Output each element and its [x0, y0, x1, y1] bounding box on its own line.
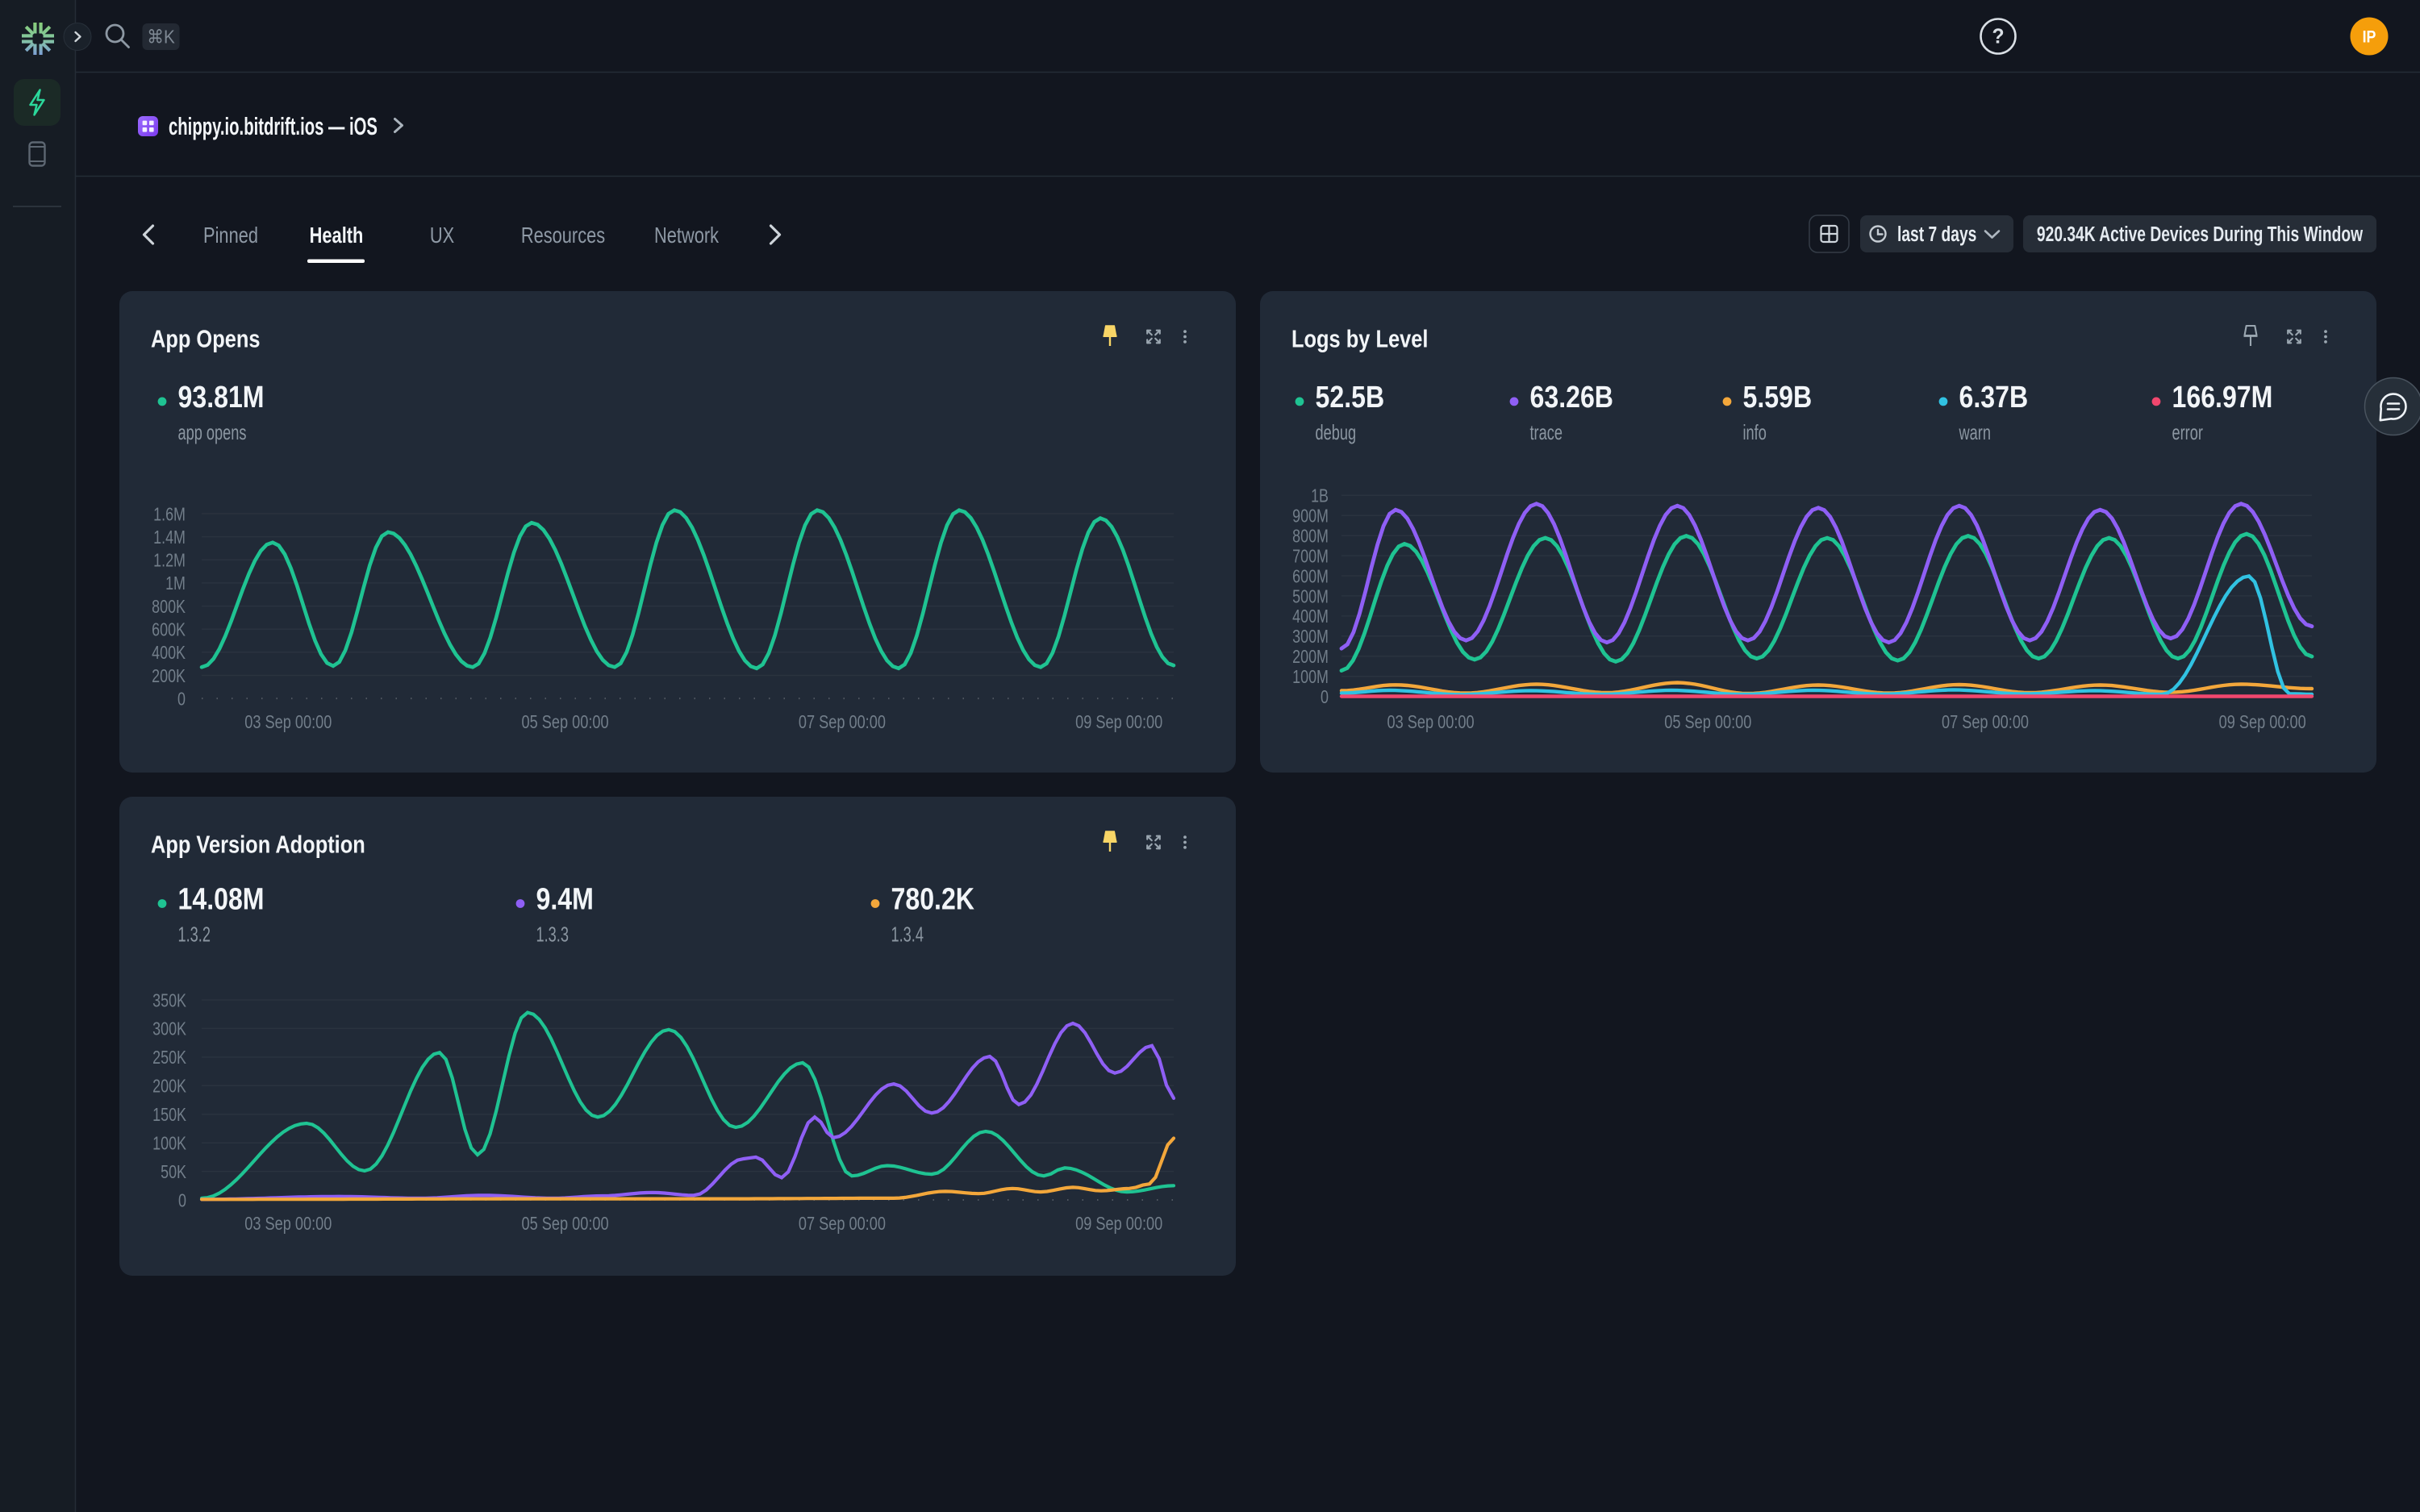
- svg-text:200K: 200K: [152, 666, 186, 687]
- svg-text:UX: UX: [430, 223, 455, 248]
- svg-text:Pinned: Pinned: [203, 223, 258, 248]
- svg-text:50K: 50K: [161, 1162, 186, 1183]
- svg-text:6.37B: 6.37B: [1959, 381, 2029, 414]
- svg-text:100M: 100M: [1292, 667, 1329, 688]
- svg-text:09 Sep 00:00: 09 Sep 00:00: [1075, 712, 1162, 733]
- svg-text:400M: 400M: [1292, 606, 1329, 627]
- svg-text:600M: 600M: [1292, 566, 1329, 587]
- svg-text:800M: 800M: [1292, 526, 1329, 547]
- svg-text:200M: 200M: [1292, 647, 1329, 668]
- svg-text:600K: 600K: [152, 619, 186, 640]
- svg-text:05 Sep 00:00: 05 Sep 00:00: [522, 1214, 609, 1235]
- svg-text:700M: 700M: [1292, 546, 1329, 567]
- svg-text:chippy.io.bitdrift.ios — iOS: chippy.io.bitdrift.ios — iOS: [169, 112, 378, 140]
- svg-text:1.4M: 1.4M: [153, 527, 186, 548]
- svg-text:09 Sep 00:00: 09 Sep 00:00: [1075, 1214, 1162, 1235]
- svg-text:1.3.4: 1.3.4: [891, 923, 924, 946]
- svg-text:1.3.3: 1.3.3: [536, 923, 569, 946]
- svg-text:300K: 300K: [152, 1019, 186, 1040]
- svg-text:App Version Adoption: App Version Adoption: [151, 831, 365, 859]
- svg-text:09 Sep 00:00: 09 Sep 00:00: [2219, 712, 2306, 733]
- svg-text:07 Sep 00:00: 07 Sep 00:00: [799, 712, 886, 733]
- svg-text:App Opens: App Opens: [151, 325, 260, 353]
- svg-text:Network: Network: [654, 223, 719, 248]
- svg-text:250K: 250K: [152, 1048, 186, 1068]
- svg-text:780.2K: 780.2K: [891, 882, 975, 916]
- svg-text:error: error: [2172, 421, 2204, 444]
- svg-text:5.59B: 5.59B: [1743, 381, 1813, 414]
- svg-text:1.2M: 1.2M: [153, 551, 186, 572]
- svg-text:warn: warn: [1959, 421, 1991, 444]
- svg-text:52.5B: 52.5B: [1316, 381, 1385, 414]
- svg-text:900M: 900M: [1292, 506, 1329, 527]
- svg-text:⌘K: ⌘K: [147, 26, 175, 47]
- svg-text:last 7 days: last 7 days: [1897, 222, 1976, 246]
- svg-text:9.4M: 9.4M: [536, 882, 594, 916]
- svg-text:05 Sep 00:00: 05 Sep 00:00: [522, 712, 609, 733]
- svg-text:info: info: [1743, 421, 1767, 444]
- svg-text:14.08M: 14.08M: [178, 882, 265, 916]
- svg-text:07 Sep 00:00: 07 Sep 00:00: [1942, 712, 2029, 733]
- svg-text:400K: 400K: [152, 643, 186, 664]
- svg-text:93.81M: 93.81M: [178, 381, 265, 414]
- svg-text:150K: 150K: [152, 1105, 186, 1126]
- svg-text:IP: IP: [2363, 27, 2376, 47]
- svg-text:300M: 300M: [1292, 627, 1329, 648]
- svg-text:800K: 800K: [152, 597, 186, 618]
- svg-text:05 Sep 00:00: 05 Sep 00:00: [1664, 712, 1751, 733]
- svg-text:?: ?: [1992, 25, 2004, 48]
- svg-text:350K: 350K: [152, 990, 186, 1011]
- svg-text:1B: 1B: [1311, 486, 1329, 507]
- svg-text:07 Sep 00:00: 07 Sep 00:00: [799, 1214, 886, 1235]
- svg-text:100K: 100K: [152, 1133, 186, 1154]
- svg-text:trace: trace: [1530, 421, 1563, 444]
- svg-text:1.3.2: 1.3.2: [178, 923, 211, 946]
- svg-text:03 Sep 00:00: 03 Sep 00:00: [244, 712, 332, 733]
- svg-text:63.26B: 63.26B: [1530, 381, 1613, 414]
- svg-text:0: 0: [1321, 687, 1329, 708]
- svg-text:Health: Health: [310, 223, 364, 248]
- svg-text:0: 0: [178, 1190, 186, 1211]
- svg-text:920.34K Active Devices During: 920.34K Active Devices During This Windo…: [2037, 222, 2363, 246]
- svg-text:app opens: app opens: [178, 421, 247, 444]
- svg-text:Resources: Resources: [521, 223, 605, 248]
- svg-text:03 Sep 00:00: 03 Sep 00:00: [1387, 712, 1475, 733]
- svg-text:166.97M: 166.97M: [2172, 381, 2273, 414]
- svg-text:1.6M: 1.6M: [153, 504, 186, 525]
- svg-text:500M: 500M: [1292, 586, 1329, 607]
- svg-text:0: 0: [177, 689, 186, 710]
- svg-text:03 Sep 00:00: 03 Sep 00:00: [244, 1214, 332, 1235]
- svg-text:1M: 1M: [165, 573, 186, 594]
- svg-text:debug: debug: [1316, 421, 1357, 444]
- svg-text:Logs by Level: Logs by Level: [1291, 325, 1428, 353]
- svg-text:200K: 200K: [152, 1077, 186, 1098]
